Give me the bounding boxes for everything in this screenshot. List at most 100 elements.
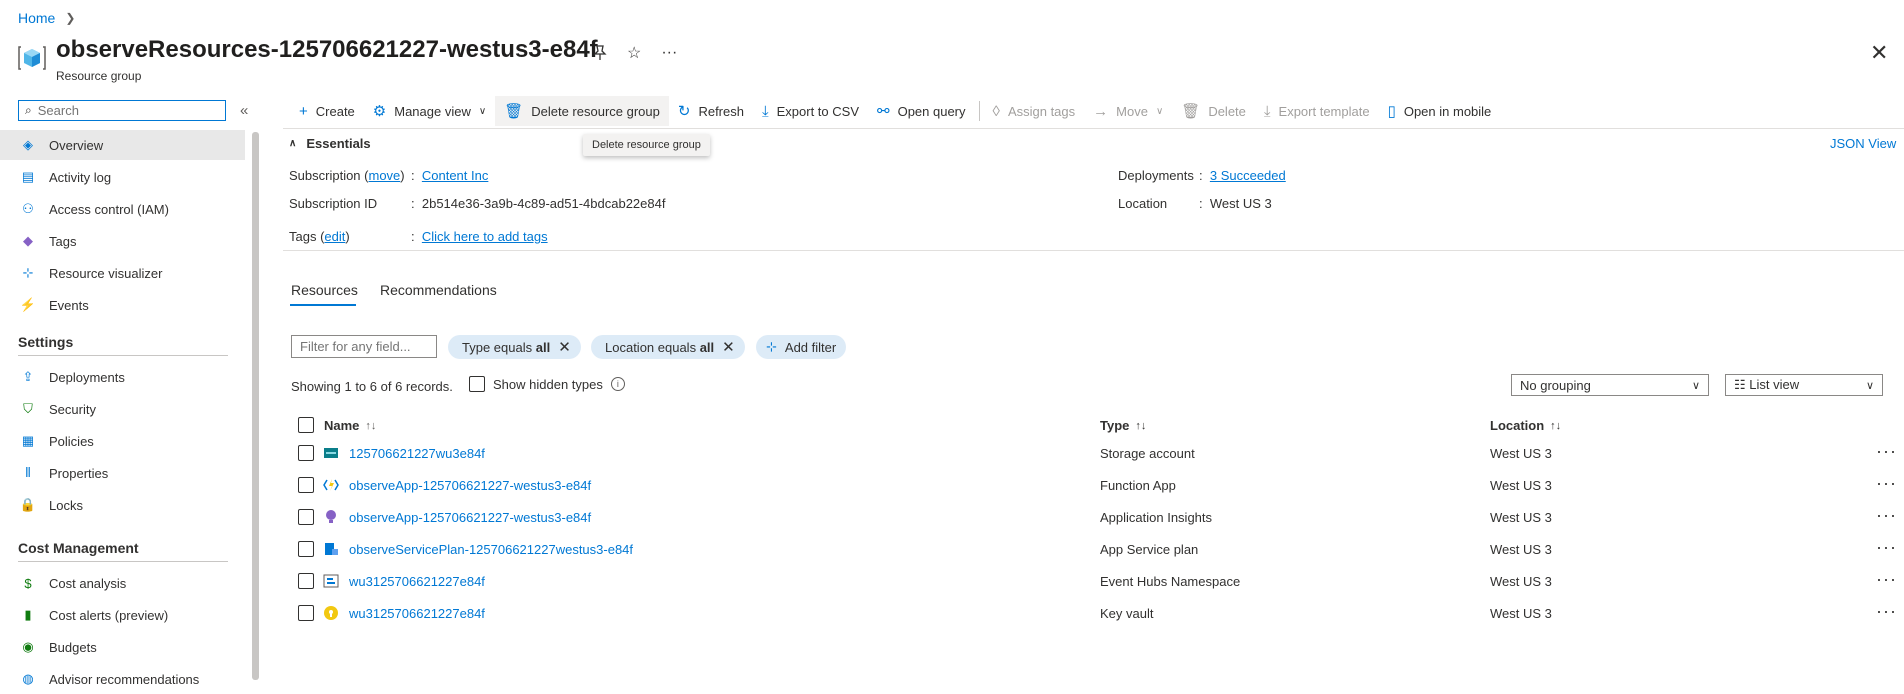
location-filter-pill[interactable]: Location equals all ✕ — [591, 335, 745, 359]
more-options-icon[interactable]: ··· — [1876, 569, 1897, 590]
sidebar-item-label: Overview — [49, 137, 104, 153]
resource-name-link[interactable]: observeApp-125706621227-westus3-e84f — [349, 478, 591, 493]
command-bar: + Create ⚙ Manage view ∨ 🗑 Delete resource g… — [290, 96, 1500, 126]
export-csv-button[interactable]: ⤓ Export to CSV — [753, 96, 868, 126]
move-button[interactable]: → Move ∨ — [1084, 96, 1172, 126]
row-checkbox[interactable] — [298, 541, 314, 557]
sidebar-item-budgets[interactable]: ◉ Budgets — [0, 632, 245, 662]
sidebar-item-resource-visualizer[interactable]: ⊹ Resource visualizer — [0, 258, 245, 288]
column-header-name[interactable]: Name ↑↓ — [324, 418, 376, 433]
more-options-icon[interactable]: ··· — [1876, 537, 1897, 558]
more-options-icon[interactable]: ··· — [1876, 473, 1897, 494]
type-filter-pill[interactable]: Type equals all ✕ — [448, 335, 581, 359]
sidebar-item-deployments[interactable]: ⇪ Deployments — [0, 362, 245, 392]
list-icon: ☷ — [1734, 377, 1746, 392]
sidebar-item-properties[interactable]: ⦀ Properties — [0, 458, 245, 488]
query-icon: ⚯ — [877, 103, 890, 120]
close-icon[interactable]: ✕ — [1870, 40, 1888, 66]
row-checkbox[interactable] — [298, 477, 314, 493]
row-checkbox[interactable] — [298, 509, 314, 525]
subscription-link[interactable]: Content Inc — [422, 168, 489, 183]
json-view-link[interactable]: JSON View — [1830, 136, 1896, 151]
deployments-link[interactable]: 3 Succeeded — [1210, 168, 1286, 183]
essentials-toggle[interactable]: ∧ Essentials — [289, 136, 371, 151]
table-row[interactable]: wu3125706621227e84f Key vault West US 3 ··· — [283, 597, 1904, 629]
sidebar-item-events[interactable]: ⚡ Events — [0, 290, 245, 320]
star-icon[interactable]: ☆ — [627, 43, 641, 63]
resource-name-link[interactable]: wu3125706621227e84f — [349, 574, 485, 589]
show-hidden-checkbox[interactable] — [469, 376, 485, 392]
close-icon[interactable]: ✕ — [722, 338, 735, 356]
create-button[interactable]: + Create — [290, 96, 364, 126]
column-header-type[interactable]: Type ↑↓ — [1100, 418, 1146, 433]
more-options-icon[interactable]: ··· — [1876, 601, 1897, 622]
more-options-icon[interactable]: ··· — [1876, 441, 1897, 462]
sort-icon: ↑↓ — [365, 419, 377, 432]
close-icon[interactable]: ✕ — [558, 338, 571, 356]
row-checkbox[interactable] — [298, 573, 314, 589]
tag-icon: ◊ — [992, 102, 1000, 120]
edit-tags-link[interactable]: edit — [324, 229, 345, 244]
column-header-location[interactable]: Location ↑↓ — [1490, 418, 1561, 433]
sidebar-item-security[interactable]: ⛉ Security — [0, 394, 245, 424]
resource-name-link[interactable]: observeApp-125706621227-westus3-e84f — [349, 510, 591, 525]
table-row[interactable]: observeServicePlan-125706621227westus3-e… — [283, 533, 1904, 565]
row-checkbox[interactable] — [298, 445, 314, 461]
collapse-sidebar-icon[interactable]: « — [240, 102, 248, 119]
open-mobile-button[interactable]: ▯ Open in mobile — [1379, 96, 1501, 126]
sidebar-scrollbar[interactable] — [252, 132, 259, 680]
sidebar-item-label: Activity log — [49, 169, 112, 185]
sidebar-item-cost-alerts-preview[interactable]: ▮ Cost alerts (preview) — [0, 600, 245, 630]
table-row[interactable]: wu3125706621227e84f Event Hubs Namespace W… — [283, 565, 1904, 597]
sidebar-item-tags[interactable]: ◆ Tags — [0, 226, 245, 256]
move-link[interactable]: move — [369, 168, 401, 183]
table-row[interactable]: observeApp-125706621227-westus3-e84f Func… — [283, 469, 1904, 501]
sidebar-item-cost-analysis[interactable]: $ Cost analysis — [0, 568, 245, 598]
resource-name-link[interactable]: wu3125706621227e84f — [349, 606, 485, 621]
more-options-icon[interactable]: ··· — [661, 44, 677, 62]
table-row[interactable]: observeApp-125706621227-westus3-e84f Appl… — [283, 501, 1904, 533]
open-query-button[interactable]: ⚯ Open query — [868, 96, 975, 126]
location-filter-label: Location equals all — [605, 340, 714, 355]
delete-button[interactable]: 🗑 Delete — [1172, 96, 1255, 126]
delete-resource-group-button[interactable]: 🗑 Delete resource group — [495, 96, 669, 126]
filter-input[interactable] — [291, 335, 437, 358]
pin-icon[interactable] — [593, 45, 607, 61]
resource-location: West US 3 — [1490, 574, 1552, 589]
resource-name-link[interactable]: observeServicePlan-125706621227westus3-e… — [349, 542, 633, 557]
resource-type: Event Hubs Namespace — [1100, 574, 1241, 589]
sidebar-item-policies[interactable]: ▦ Policies — [0, 426, 245, 456]
resource-name-link[interactable]: 125706621227wu3e84f — [349, 446, 485, 461]
more-options-icon[interactable]: ··· — [1876, 505, 1897, 526]
sidebar-item-access-control-iam[interactable]: ⚇ Access control (IAM) — [0, 194, 245, 224]
breadcrumb-home-link[interactable]: Home — [18, 10, 55, 26]
add-filter-button[interactable]: ⊹ Add filter — [756, 335, 847, 359]
divider — [18, 561, 228, 562]
manage-view-button[interactable]: ⚙ Manage view ∨ — [364, 96, 495, 126]
resource-group-icon — [18, 46, 46, 70]
grouping-dropdown[interactable]: No grouping ∨ — [1511, 374, 1709, 396]
refresh-button[interactable]: ↻ Refresh — [669, 96, 753, 126]
assign-tags-button[interactable]: ◊ Assign tags — [984, 96, 1085, 126]
grouping-value: No grouping — [1520, 377, 1591, 393]
row-checkbox[interactable] — [298, 605, 314, 621]
sort-icon: ↑↓ — [1135, 419, 1147, 432]
view-mode-dropdown[interactable]: ☷ List view ∨ — [1725, 374, 1883, 396]
sidebar-item-locks[interactable]: 🔒 Locks — [0, 490, 245, 520]
sidebar-item-activity-log[interactable]: ▤ Activity log — [0, 162, 245, 192]
sidebar-item-advisor-recommendations[interactable]: ◍ Advisor recommendations — [0, 664, 245, 694]
select-all-checkbox[interactable] — [298, 417, 314, 433]
sidebar-item-overview[interactable]: ◈ Overview — [0, 130, 245, 160]
table-row[interactable]: 125706621227wu3e84f Storage account West U… — [283, 437, 1904, 469]
open-mobile-label: Open in mobile — [1403, 103, 1492, 119]
info-icon[interactable]: i — [610, 377, 625, 391]
add-tags-link[interactable]: Click here to add tags — [422, 229, 548, 244]
sidebar-search-input[interactable] — [37, 103, 208, 118]
sidebar-search[interactable]: ⌕ — [18, 100, 226, 121]
tab-resources[interactable]: Resources — [291, 282, 358, 298]
export-csv-label: Export to CSV — [776, 103, 859, 119]
trash-icon: 🗑 — [504, 103, 524, 120]
plus-icon: + — [299, 102, 308, 120]
tab-recommendations[interactable]: Recommendations — [380, 282, 497, 298]
export-template-button[interactable]: ⤓ Export template — [1255, 96, 1379, 126]
